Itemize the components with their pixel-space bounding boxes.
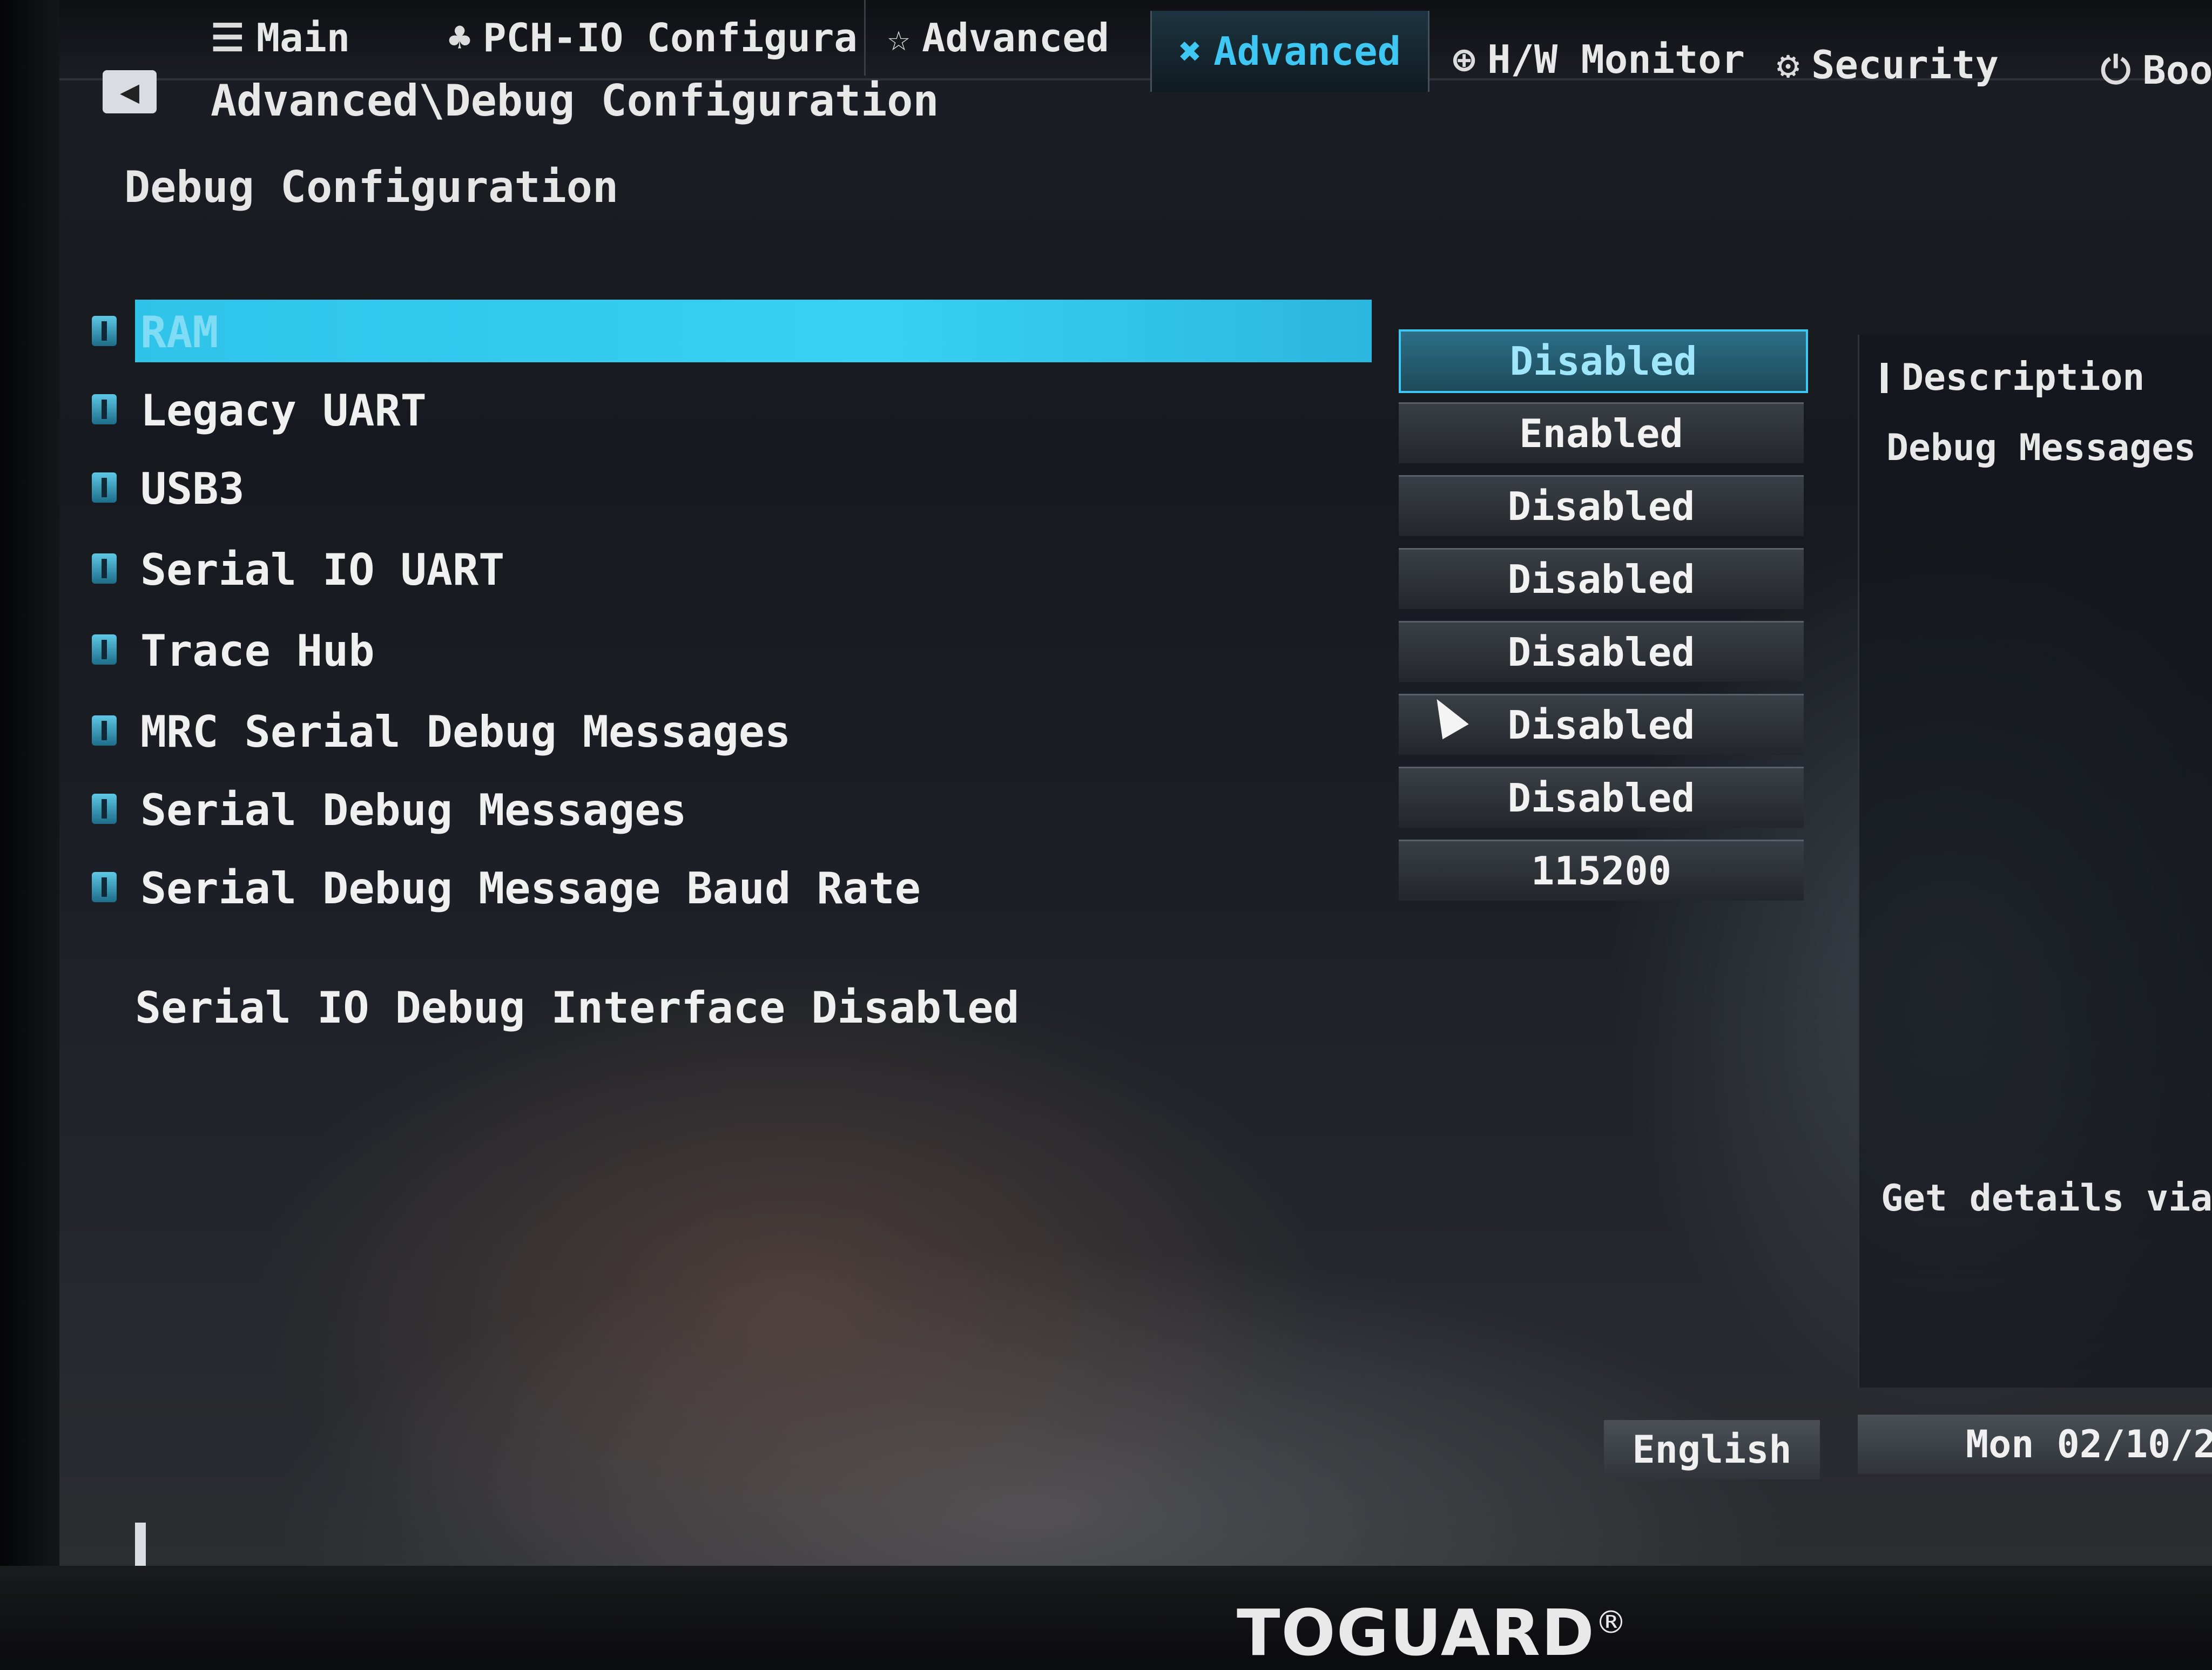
tab-hw-monitor[interactable]: ⊕ H/W Monitor [1453,22,1745,97]
chip-icon: ♣ [448,16,471,60]
star-icon: ☆ [887,16,911,60]
description-text: Debug Messages In [1886,427,2212,469]
option-legacy-uart[interactable]: Legacy UART [92,378,1420,443]
date-time-display: Mon 02/10/2025 [1858,1415,2212,1474]
tab-label: H/W Monitor [1487,37,1745,82]
tab-advanced[interactable]: ✖ Advanced [1150,11,1429,92]
section-title: Debug Configuration [124,162,619,212]
tab-label: Advanced [922,15,1109,60]
option-label: MRC Serial Debug Messages [140,707,791,757]
tab-label: PCH-IO Configura [483,15,858,60]
tools-icon: ✖ [1179,29,1202,73]
item-bullet-icon [92,872,117,902]
option-label: USB3 [140,464,245,514]
back-arrow-icon: ◀ [119,73,140,111]
monitor-bezel-left [0,0,59,1659]
breadcrumb: Advanced\Debug Configuration [211,76,939,126]
tab-main[interactable]: ☰ Main [211,0,350,76]
value-trace-hub[interactable]: Disabled [1399,621,1804,682]
list-icon: ☰ [211,16,245,60]
monitor-brand-logo: TOGUARD® [1237,1595,1628,1670]
value-serial-io-uart[interactable]: Disabled [1399,548,1804,609]
option-serial-debug-messages[interactable]: Serial Debug Messages [92,777,1420,842]
value-usb3[interactable]: Disabled [1399,475,1804,536]
gauge-icon: ⊕ [1453,37,1476,82]
tab-boot[interactable]: ⏻ Boot [2101,32,2212,108]
option-ram[interactable]: RAM [92,300,1420,364]
option-label: RAM [140,307,219,357]
value-legacy-uart[interactable]: Enabled [1399,402,1804,463]
back-button[interactable]: ◀ [103,70,157,113]
bios-screen: ☰ Main ♣ PCH-IO Configura ☆ Advanced ✖ A… [59,0,2212,1566]
monitor-bezel-bottom [0,1566,2212,1659]
item-bullet-icon [92,472,117,503]
item-bullet-icon [92,394,117,424]
tab-security[interactable]: ⚙ Security [1777,27,1999,103]
value-baud-rate[interactable]: 115200 [1399,840,1804,901]
option-label: Serial IO UART [140,545,505,595]
option-usb3[interactable]: USB3 [92,456,1420,521]
tab-label: Main [256,15,350,60]
heading-marker [1881,362,1887,393]
value-ram[interactable]: Disabled [1399,329,1808,393]
description-heading-text: Description [1901,356,2145,399]
tab-label: Boot [2142,48,2212,93]
tab-advanced-favorites[interactable]: ☆ Advanced [864,0,1109,76]
description-heading: Description [1881,356,2144,399]
option-label: Serial Debug Message Baud Rate [140,863,921,914]
option-mrc-serial-debug-messages[interactable]: MRC Serial Debug Messages [92,699,1420,764]
language-button[interactable]: English [1604,1420,1820,1479]
tab-pch-io-configuration[interactable]: ♣ PCH-IO Configura [448,0,858,76]
tab-label: Security [1811,42,1999,87]
brand-text: TOGUARD [1237,1595,1595,1670]
registered-mark: ® [1595,1604,1628,1641]
shield-icon: ⚙ [1777,43,1800,87]
option-label: Trace Hub [140,626,375,676]
qr-details-text: Get details via QR [1881,1177,2212,1220]
info-text: Serial IO Debug Interface Disabled [135,983,1020,1033]
value-serial-debug-messages[interactable]: Disabled [1399,767,1804,828]
option-label: Serial Debug Messages [140,785,687,835]
item-bullet-icon [92,634,117,665]
description-panel: Description Debug Messages In Get detail… [1858,335,2212,1388]
item-bullet-icon [92,316,117,346]
option-serial-debug-baud-rate[interactable]: Serial Debug Message Baud Rate [92,856,1420,921]
option-trace-hub[interactable]: Trace Hub [92,618,1420,683]
item-bullet-icon [92,553,117,584]
selection-highlight [135,300,1372,362]
option-serial-io-uart[interactable]: Serial IO UART [92,537,1420,602]
tab-label: Advanced [1213,29,1401,74]
power-icon: ⏻ [2101,48,2131,92]
bottom-indicator [135,1523,146,1566]
option-label: Legacy UART [140,386,427,436]
item-bullet-icon [92,715,117,746]
top-tab-bar: ☰ Main ♣ PCH-IO Configura ☆ Advanced ✖ A… [59,0,2212,93]
item-bullet-icon [92,794,117,824]
